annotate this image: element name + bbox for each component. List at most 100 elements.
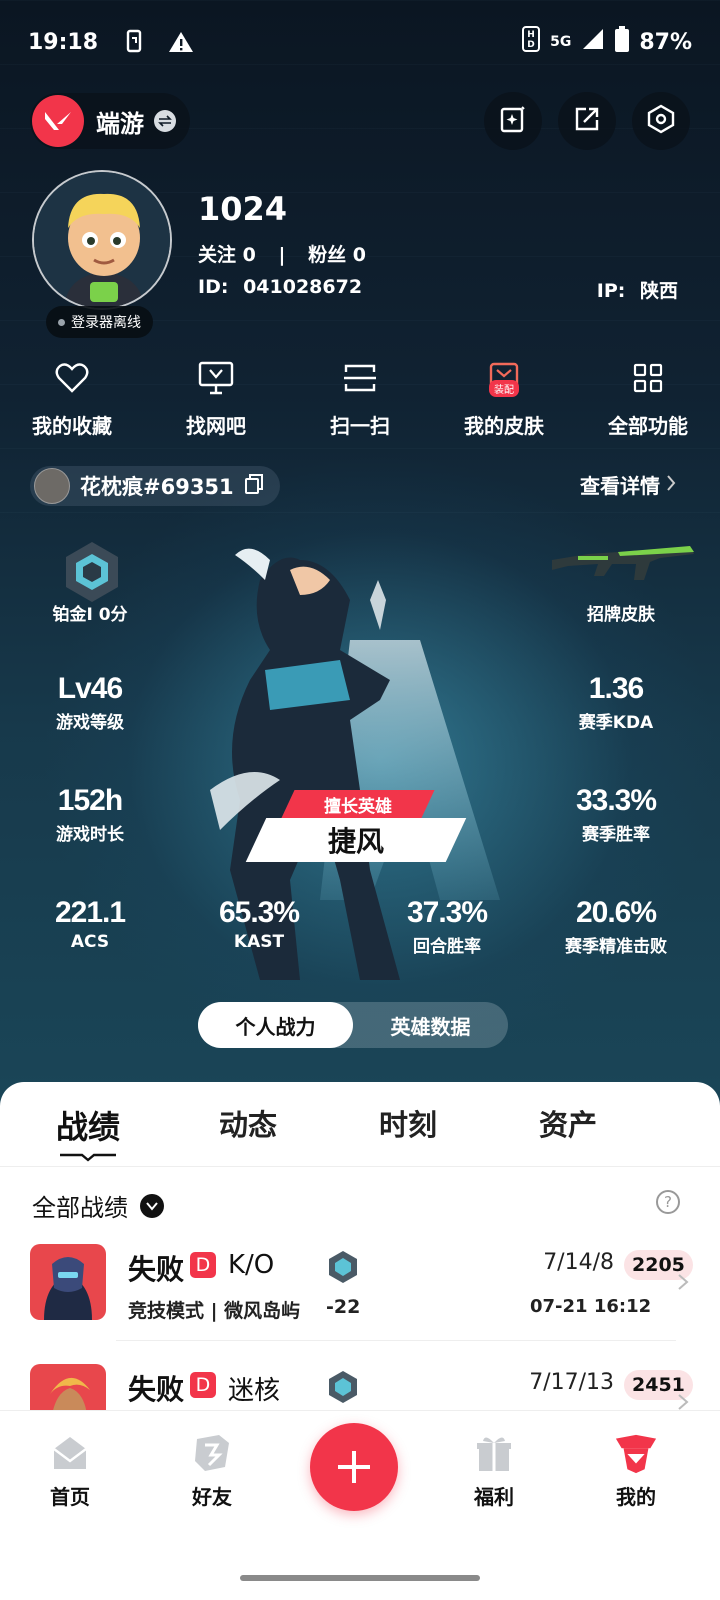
home-icon bbox=[48, 1431, 92, 1475]
share-button[interactable] bbox=[558, 92, 616, 150]
platinum-rank-icon bbox=[66, 542, 118, 602]
play-time-label: 游戏时长 bbox=[56, 825, 124, 845]
stat-play-time: 152h 游戏时长 bbox=[15, 784, 165, 845]
stat-level: Lv46 游戏等级 bbox=[15, 672, 165, 733]
quick-item-skins[interactable]: 装配 我的皮肤 bbox=[432, 356, 576, 439]
favorite-hero-tag: 擅长英雄 bbox=[324, 797, 392, 817]
kast-value: 65.3% bbox=[218, 896, 300, 929]
match-grade-badge: D bbox=[190, 1252, 216, 1278]
svg-text:H: H bbox=[527, 30, 535, 40]
game-name: 端游 bbox=[96, 109, 144, 138]
stat-kast: 65.3% KAST bbox=[184, 896, 334, 952]
avatar[interactable] bbox=[32, 170, 172, 310]
following-label[interactable]: 关注 bbox=[198, 244, 236, 266]
nav-benefits[interactable]: 福利 bbox=[424, 1431, 564, 1510]
network-type: 5G bbox=[550, 34, 572, 50]
kda-label: 赛季KDA bbox=[578, 713, 654, 733]
stat-acs: 221.1 ACS bbox=[15, 896, 165, 952]
stats-segment-control: 个人战力 英雄数据 bbox=[198, 1002, 508, 1048]
nav-home[interactable]: 首页 bbox=[0, 1431, 140, 1510]
battery-level: 87% bbox=[639, 29, 692, 55]
stat-win-rate: 33.3% 赛季胜率 bbox=[541, 784, 691, 845]
quick-item-all-functions[interactable]: 全部功能 bbox=[576, 356, 720, 439]
launcher-status-badge: 登录器离线 bbox=[46, 306, 153, 338]
records-filter-dropdown[interactable]: 全部战绩 bbox=[32, 1188, 164, 1223]
match-rank-icon bbox=[329, 1371, 357, 1403]
ip-value: 陕西 bbox=[639, 280, 678, 302]
status-bar: 19:18 HD 5G 87% bbox=[0, 0, 720, 84]
battery-icon bbox=[615, 26, 630, 58]
match-kda: 7/17/13 bbox=[529, 1370, 614, 1395]
match-kda: 7/14/8 bbox=[543, 1250, 614, 1275]
copy-icon[interactable] bbox=[244, 473, 264, 500]
quick-label-scan: 扫一扫 bbox=[330, 414, 390, 438]
match-date: 07-21 16:12 bbox=[530, 1296, 652, 1317]
chevron-down-icon bbox=[140, 1193, 164, 1218]
followers-label[interactable]: 粉丝 bbox=[308, 244, 346, 266]
match-map: K/O bbox=[228, 1250, 275, 1280]
tab-moments[interactable]: 时刻 bbox=[328, 1102, 488, 1162]
monitor-icon bbox=[198, 356, 234, 400]
match-rr-change: -22 bbox=[326, 1296, 361, 1318]
following-count[interactable]: 0 bbox=[243, 244, 256, 266]
hd-icon: HD bbox=[522, 26, 541, 58]
tab-divider bbox=[0, 1166, 720, 1167]
riot-id-name: 花枕痕#69351 bbox=[80, 475, 234, 499]
kast-label: KAST bbox=[233, 932, 285, 952]
win-rate-label: 赛季胜率 bbox=[582, 825, 650, 845]
follow-separator: | bbox=[278, 244, 286, 266]
valorant-logo-icon bbox=[32, 95, 84, 147]
level-value: Lv46 bbox=[57, 672, 123, 705]
nav-profile[interactable]: 我的 bbox=[566, 1431, 706, 1510]
quick-label-all-functions: 全部功能 bbox=[608, 414, 688, 438]
favorite-hero-banner[interactable]: 擅长英雄 捷风 bbox=[240, 790, 470, 866]
segment-personal-power[interactable]: 个人战力 bbox=[198, 1002, 353, 1048]
riot-id-pill[interactable]: 花枕痕#69351 bbox=[30, 466, 280, 506]
home-indicator[interactable] bbox=[240, 1575, 480, 1581]
help-icon[interactable]: ? bbox=[656, 1190, 680, 1214]
equip-tag: 装配 bbox=[489, 380, 519, 397]
quick-item-favorites[interactable]: 我的收藏 bbox=[0, 356, 144, 439]
nav-friends[interactable]: 好友 bbox=[142, 1431, 282, 1510]
win-rate-value: 33.3% bbox=[575, 784, 657, 817]
nav-benefits-label: 福利 bbox=[474, 1485, 514, 1509]
top-bar: 端游 bbox=[30, 92, 690, 150]
view-detail-text: 查看详情 bbox=[580, 474, 660, 498]
view-detail-link[interactable]: 查看详情 bbox=[580, 470, 676, 499]
nav-profile-label: 我的 bbox=[616, 1485, 656, 1509]
follow-stats: 关注 0 | 粉丝 0 bbox=[198, 240, 366, 267]
chevron-right-icon bbox=[666, 473, 676, 497]
acs-label: ACS bbox=[70, 932, 110, 952]
gift-icon bbox=[472, 1431, 516, 1475]
tab-assets[interactable]: 资产 bbox=[488, 1102, 648, 1162]
play-time-value: 152h bbox=[57, 784, 123, 817]
card-sparkle-button[interactable] bbox=[484, 92, 542, 150]
add-post-button[interactable] bbox=[310, 1423, 398, 1511]
match-grade-badge: D bbox=[190, 1372, 216, 1398]
tab-feed[interactable]: 动态 bbox=[168, 1102, 328, 1162]
match-map: 迷核 bbox=[228, 1376, 281, 1406]
launcher-status-text: 登录器离线 bbox=[71, 315, 141, 331]
match-result: 失败 bbox=[128, 1253, 185, 1286]
segment-hero-data[interactable]: 英雄数据 bbox=[353, 1002, 508, 1048]
followers-count[interactable]: 0 bbox=[353, 244, 366, 266]
level-label: 游戏等级 bbox=[56, 713, 124, 733]
quick-item-scan[interactable]: 扫一扫 bbox=[288, 356, 432, 439]
warning-icon bbox=[168, 29, 194, 55]
stat-kda: 1.36 赛季KDA bbox=[541, 672, 691, 733]
match-row[interactable]: 失败 D K/O 竞技模式 | 微风岛屿 -22 7/14/8 2205 07-… bbox=[30, 1244, 700, 1354]
riot-avatar bbox=[34, 468, 70, 504]
match-hero-portrait bbox=[30, 1244, 106, 1320]
round-win-label: 回合胜率 bbox=[413, 937, 481, 957]
id-value: 041028672 bbox=[243, 276, 363, 298]
favorite-hero-name: 捷风 bbox=[327, 825, 384, 858]
quick-item-internet-cafe[interactable]: 找网吧 bbox=[144, 356, 288, 439]
tab-indicator bbox=[60, 1153, 116, 1162]
precise-kill-value: 20.6% bbox=[575, 896, 657, 929]
game-switch-button[interactable]: 端游 bbox=[30, 93, 190, 149]
quick-label-favorites: 我的收藏 bbox=[32, 414, 112, 438]
quick-label-internet-cafe: 找网吧 bbox=[186, 414, 246, 438]
friends-icon bbox=[190, 1431, 234, 1475]
settings-button[interactable] bbox=[632, 92, 690, 150]
share-icon bbox=[572, 104, 602, 138]
